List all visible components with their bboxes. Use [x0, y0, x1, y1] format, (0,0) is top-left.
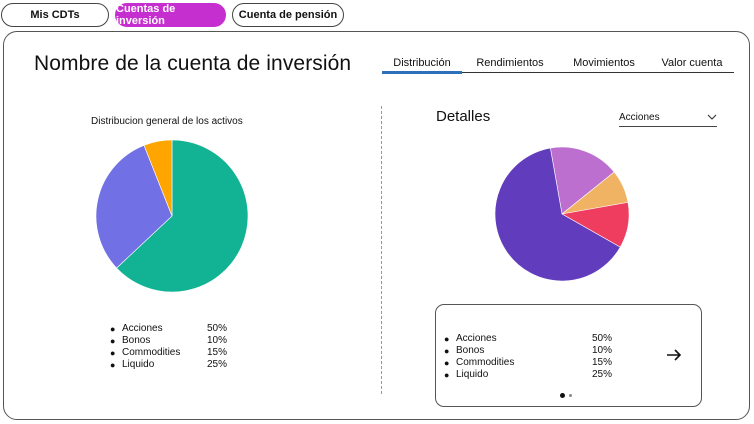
distribution-legend: ● Acciones 50% ● Bonos 10% ● Commodities 15% ●…	[110, 323, 227, 371]
legend-label: Acciones	[456, 333, 497, 344]
bullet-icon: ●	[444, 346, 450, 356]
account-type-nav: Mis CDTs Cuentas de inversión Cuenta de …	[0, 3, 344, 27]
legend-item: ● Bonos 10%	[110, 335, 227, 347]
legend-value: 15%	[207, 347, 228, 358]
page-title: Nombre de la cuenta de inversión	[34, 52, 352, 75]
tab-movimientos[interactable]: Movimientos	[558, 54, 650, 73]
legend-item: ● Liquido 25%	[110, 359, 227, 371]
chevron-down-icon	[707, 114, 717, 120]
asset-type-select[interactable]: Acciones	[619, 112, 717, 127]
chart-title: Distribucion general de los activos	[91, 116, 243, 127]
legend-label: Commodities	[456, 357, 515, 368]
legend-label: Bonos	[122, 335, 151, 346]
legend-value: 25%	[592, 369, 613, 380]
legend-item: ● Bonos 10%	[444, 345, 612, 357]
carousel-dot-active[interactable]	[560, 393, 565, 398]
account-card: Nombre de la cuenta de inversión Distrib…	[3, 31, 750, 420]
legend-value: 50%	[592, 333, 613, 344]
carousel-dot[interactable]	[569, 394, 572, 397]
legend-label: Commodities	[122, 347, 181, 358]
distribution-pie-chart	[95, 139, 249, 293]
bullet-icon: ●	[110, 336, 116, 346]
panel-divider	[381, 106, 382, 394]
details-pie-chart	[494, 146, 630, 282]
bullet-icon: ●	[110, 348, 116, 358]
bullet-icon: ●	[110, 360, 116, 370]
bullet-icon: ●	[444, 334, 450, 344]
bullet-icon: ●	[444, 358, 450, 368]
legend-item: ● Acciones 50%	[110, 323, 227, 335]
details-carousel-card: ● Acciones 50% ● Bonos 10% ● Commodities 15% ●…	[435, 304, 702, 407]
legend-item: ● Commodities 15%	[110, 347, 227, 359]
tab-cuenta-de-pension[interactable]: Cuenta de pensión	[232, 3, 344, 27]
legend-label: Bonos	[456, 345, 485, 356]
details-legend: ● Acciones 50% ● Bonos 10% ● Commodities 15% ●…	[444, 333, 612, 381]
bullet-icon: ●	[110, 324, 116, 334]
tab-rendimientos[interactable]: Rendimientos	[462, 54, 558, 73]
tab-cuentas-de-inversion[interactable]: Cuentas de inversión	[115, 3, 226, 27]
details-title: Detalles	[436, 108, 491, 125]
legend-label: Acciones	[122, 323, 163, 334]
bullet-icon: ●	[444, 370, 450, 380]
select-value: Acciones	[619, 112, 660, 123]
legend-item: ● Acciones 50%	[444, 333, 612, 345]
legend-value: 50%	[207, 323, 228, 334]
legend-value: 10%	[207, 335, 228, 346]
legend-label: Liquido	[122, 359, 155, 370]
legend-item: ● Commodities 15%	[444, 357, 612, 369]
legend-value: 10%	[592, 345, 613, 356]
arrow-right-icon[interactable]	[664, 345, 684, 365]
view-tabs: Distribución Rendimientos Movimientos Va…	[382, 54, 734, 74]
legend-item: ● Liquido 25%	[444, 369, 612, 381]
tab-valor-cuenta[interactable]: Valor cuenta	[650, 54, 734, 73]
tab-distribucion[interactable]: Distribución	[382, 54, 462, 74]
carousel-dots	[560, 393, 572, 398]
legend-label: Liquido	[456, 369, 489, 380]
legend-value: 25%	[207, 359, 228, 370]
tab-mis-cdts[interactable]: Mis CDTs	[1, 3, 109, 27]
legend-value: 15%	[592, 357, 613, 368]
